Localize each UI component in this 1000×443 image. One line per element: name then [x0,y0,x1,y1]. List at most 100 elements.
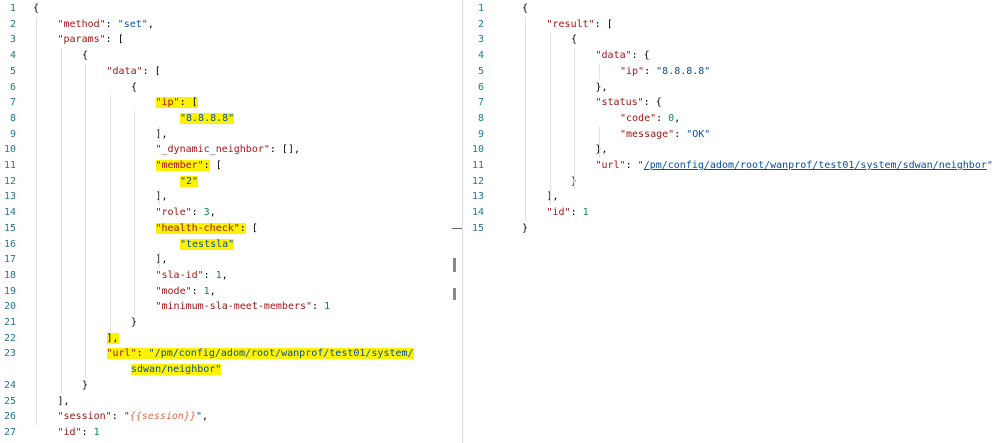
code-line[interactable]: "id": 1 [58,425,100,441]
code-line[interactable]: "data": [ [107,64,161,80]
indent-guide [158,252,160,268]
code-line[interactable]: "2" [180,174,199,190]
indent-guide [85,63,86,378]
code-token: }, [595,81,608,93]
request-editor-pane[interactable]: 1{2 "method": "set", 3 "params": [4{5 "data"… [0,0,450,443]
line-number: 10 [3,144,16,156]
code-token: : [570,207,583,219]
code-token: ], [106,332,119,344]
code-token: "OK" [686,128,711,140]
indent-guide [525,16,526,221]
code-token: "status" [595,97,644,109]
line-number: 2 [9,18,16,30]
code-line[interactable]: }, [596,80,608,96]
code-token: {{session}} [129,411,196,423]
code-line[interactable]: { [82,48,88,64]
code-line[interactable]: ], [106,331,119,347]
code-line[interactable]: "params": [ [58,32,124,48]
indent-guide [549,32,551,206]
code-line[interactable]: ], [156,252,168,268]
code-line[interactable]: "minimum-sla-meet-members": 1 [156,299,331,315]
code-token: ], [155,191,168,203]
code-line[interactable]: ], [156,189,168,205]
code-line[interactable]: "result": [ [547,17,613,33]
code-token: : [625,160,638,171]
line-number: 11 [3,160,16,171]
code-token: "mode" [155,285,192,297]
code-token: ], [155,254,168,266]
code-token: , [209,207,216,219]
code-token: { [33,3,40,14]
code-line[interactable]: "member": [ [155,158,222,174]
code-line[interactable]: "ip": [ [155,95,198,111]
code-line[interactable]: "sla-id": 1, [156,268,228,284]
code-line[interactable]: ], [58,394,70,410]
line-number: 17 [3,254,16,266]
code-line[interactable]: "method": "set", [58,17,154,33]
code-token: : [191,285,204,297]
code-line[interactable]: { [522,1,528,17]
code-token: "role" [155,207,192,219]
code-line[interactable]: ], [547,189,559,205]
code-token: : [ [594,18,613,30]
line-number: 8 [9,112,16,124]
scrollbar-mark[interactable] [453,258,456,272]
code-token: "result" [546,18,595,30]
code-line[interactable]: "mode": 1, [156,284,216,300]
code-line[interactable]: "data": { [596,48,650,64]
pane-divider[interactable] [462,0,463,443]
code-line[interactable]: "session": "{{session}}", [58,409,209,425]
code-line[interactable]: "ip": "8.8.8.8" [620,64,710,80]
code-token: "data" [595,50,632,62]
code-token: "url" [595,160,626,171]
code-token: , [221,269,228,281]
line-number: 7 [477,97,484,109]
code-token: "id" [546,207,571,219]
code-line[interactable]: } [522,221,528,237]
line-number: 3 [9,34,16,46]
code-token: [ [245,222,258,234]
code-token: "testsla" [180,238,235,250]
code-token: ], [155,128,168,140]
code-token: "message" [620,128,675,140]
code-line[interactable]: { [131,80,137,96]
code-line[interactable]: "health-check": [ [155,221,258,237]
code-token: "code" [620,112,657,124]
indent-guide [109,95,111,331]
code-token: 1 [324,301,331,313]
code-line[interactable]: "_dynamic_neighbor": [], [156,142,301,158]
code-line[interactable]: "message": "OK" [620,127,710,143]
indent-guide [574,48,575,190]
code-line[interactable]: "url": "/pm/config/adom/root/wanprof/tes… [596,158,993,174]
code-line[interactable]: "code": 0, [620,111,680,127]
code-line[interactable]: { [33,1,39,17]
code-token: { [82,50,89,62]
code-token: } [82,379,89,391]
code-token: " [986,160,993,171]
code-line[interactable]: sdwan/neighbor" [131,362,222,378]
code-line[interactable]: "url": "/pm/config/adom/root/wanprof/tes… [106,346,414,362]
code-line[interactable]: { [571,32,577,48]
line-number: 9 [477,128,484,140]
code-token: { [571,34,578,46]
code-token: "/pm/config/adom/root/wanprof/test01/sys… [148,348,414,360]
code-line[interactable]: "id": 1 [547,205,589,221]
code-line[interactable]: "testsla" [180,237,235,253]
code-line[interactable]: ], [156,127,168,143]
line-number: 6 [9,81,16,93]
code-line[interactable]: }, [596,142,608,158]
line-number: 12 [471,175,484,187]
code-line[interactable]: "status": { [596,95,662,111]
code-line[interactable]: } [131,315,137,331]
scrollbar-mark[interactable] [453,288,456,300]
code-token: "8.8.8.8" [656,65,711,77]
code-line[interactable]: "role": 3, [156,205,216,221]
code-token: "data" [106,65,143,77]
code-line[interactable]: "8.8.8.8" [180,111,235,127]
line-number: 22 [3,332,16,344]
code-line[interactable]: } [82,378,88,394]
code-token: : [111,411,124,423]
code-token: , [674,112,681,124]
code-token: { [522,3,529,14]
code-token[interactable]: /pm/config/adom/root/wanprof/test01/syst… [644,160,987,171]
